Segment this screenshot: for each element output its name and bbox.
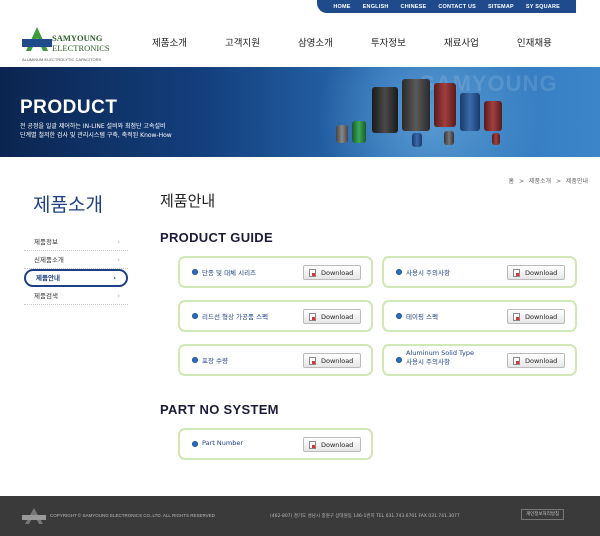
sidebar-nav: 제품정보 › 신제품소개 › 제품안내 › 제품검색 › [24, 233, 128, 305]
chevron-right-icon: › [113, 274, 116, 282]
logo-tagline: ALUMINUM ELECTROLYTIC CAPACITORS [22, 57, 102, 62]
breadcrumb-sep: > [555, 178, 561, 185]
download-button[interactable]: Download [303, 309, 361, 324]
util-contact-link[interactable]: CONTACT US [438, 4, 476, 10]
download-icon [309, 269, 316, 277]
util-home-link[interactable]: HOME [333, 4, 350, 10]
sidebar-title: 제품소개 [33, 194, 103, 216]
card-label: Part Number [202, 439, 244, 447]
guide-card-packing-qty: 포장 수량 Download [178, 344, 373, 376]
section-title-product-guide: PRODUCT GUIDE [160, 230, 273, 245]
banner-title: PRODUCT [20, 97, 118, 118]
card-label-line1: Aluminum Solid Type [406, 349, 474, 357]
guide-card-taping-spec: 테이핑 스펙 Download [382, 300, 577, 332]
privacy-policy-link[interactable]: 개인정보처리방침 [521, 509, 565, 520]
breadcrumb-current: 제품안내 [565, 178, 588, 185]
footer-logo-icon [22, 508, 46, 524]
bullet-icon [192, 269, 198, 275]
download-icon [513, 269, 520, 277]
sidebar-item-label: 제품정보 [34, 238, 58, 246]
util-sysquare-link[interactable]: SY SQUARE [526, 4, 560, 10]
nav-support[interactable]: 고객지원 [225, 35, 260, 49]
guide-card-solid-type-caution: Aluminum Solid Type 사용시 주의사항 Download [382, 344, 577, 376]
card-label: 단종 및 대체 시리즈 [202, 269, 257, 277]
nav-about[interactable]: 삼영소개 [298, 35, 333, 49]
download-button[interactable]: Download [303, 265, 361, 280]
download-button[interactable]: Download [507, 265, 565, 280]
logo-brand-line1: SAMYOUNG [52, 33, 103, 43]
breadcrumb-sep: > [518, 178, 525, 185]
site-footer: COPYRIGHT © SAMYOUNG ELECTRONICS CO.,LTD… [0, 496, 600, 536]
utility-nav: HOME ENGLISH CHINESE CONTACT US SITEMAP … [317, 0, 576, 13]
page-title: 제품안내 [160, 192, 216, 210]
sidebar-item-product-guide[interactable]: 제품안내 › [24, 269, 128, 287]
chevron-right-icon: › [117, 292, 120, 300]
download-icon [309, 357, 316, 365]
download-icon [513, 313, 520, 321]
download-icon [309, 441, 316, 449]
bullet-icon [396, 269, 402, 275]
nav-products[interactable]: 제품소개 [152, 35, 187, 49]
product-banner: SAMYOUNG PRODUCT 전 공정을 일괄 제어하는 IN-LINE 설… [0, 67, 600, 157]
nav-investor[interactable]: 투자정보 [371, 35, 406, 49]
bullet-icon [396, 313, 402, 319]
breadcrumb-products[interactable]: 제품소개 [529, 178, 551, 185]
card-label: Aluminum Solid Type 사용시 주의사항 [406, 349, 474, 367]
part-number-card: Part Number Download [178, 428, 373, 460]
section-title-part-no-system: PART NO SYSTEM [160, 402, 279, 417]
footer-copyright: COPYRIGHT © SAMYOUNG ELECTRONICS CO.,LTD… [50, 513, 215, 518]
util-sitemap-link[interactable]: SITEMAP [488, 4, 514, 10]
sidebar-item-product-search[interactable]: 제품검색 › [24, 287, 128, 305]
card-label-line2: 사용시 주의사항 [406, 358, 450, 366]
banner-subtitle-1: 전 공정을 일괄 제어하는 IN-LINE 설비와 최첨단 고속설비 [20, 123, 166, 130]
bullet-icon [192, 357, 198, 363]
chevron-right-icon: › [117, 238, 120, 246]
card-label: 사용시 주의사항 [406, 269, 450, 277]
download-icon [309, 313, 316, 321]
util-chinese-link[interactable]: CHINESE [401, 4, 427, 10]
card-label: 테이핑 스펙 [406, 313, 438, 321]
company-logo[interactable]: SAMYOUNG ELECTRONICS ALUMINUM ELECTROLYT… [22, 19, 118, 63]
breadcrumb-home[interactable]: 홈 [509, 178, 515, 185]
banner-subtitle-2: 단계별 철저한 검사 및 관리시스템 구축, 축적된 Know-How [20, 132, 172, 139]
sidebar-item-label: 제품안내 [36, 274, 60, 282]
download-button[interactable]: Download [507, 353, 565, 368]
sidebar-item-label: 신제품소개 [34, 256, 64, 264]
footer-address: (462-807) 경기도 성남시 중원구 상대원동 146-1번지 TEL 0… [270, 514, 460, 519]
download-icon [513, 357, 520, 365]
sidebar-item-product-info[interactable]: 제품정보 › [24, 233, 128, 251]
guide-card-usage-caution: 사용시 주의사항 Download [382, 256, 577, 288]
main-nav: 제품소개 고객지원 삼영소개 투자정보 재료사업 인재채용 [152, 35, 590, 49]
util-english-link[interactable]: ENGLISH [363, 4, 389, 10]
download-button[interactable]: Download [303, 353, 361, 368]
nav-careers[interactable]: 인재채용 [517, 35, 552, 49]
card-label: 리드선 형상 가공품 스펙 [202, 313, 268, 321]
logo-brand-line2: ELECTRONICS [52, 43, 110, 53]
chevron-right-icon: › [117, 256, 120, 264]
sidebar-item-new-products[interactable]: 신제품소개 › [24, 251, 128, 269]
sidebar-item-label: 제품검색 [34, 292, 58, 300]
download-button[interactable]: Download [303, 437, 361, 452]
download-button[interactable]: Download [507, 309, 565, 324]
card-label: 포장 수량 [202, 357, 228, 365]
guide-card-discontinued: 단종 및 대체 시리즈 Download [178, 256, 373, 288]
site-header: SAMYOUNG ELECTRONICS ALUMINUM ELECTROLYT… [0, 13, 600, 67]
logo-mark-icon [22, 27, 52, 51]
bullet-icon [192, 441, 198, 447]
guide-card-lead-forming: 리드선 형상 가공품 스펙 Download [178, 300, 373, 332]
breadcrumb: 홈 > 제품소개 > 제품안내 [506, 176, 588, 185]
bullet-icon [396, 357, 402, 363]
nav-materials[interactable]: 재료사업 [444, 35, 479, 49]
bullet-icon [192, 313, 198, 319]
